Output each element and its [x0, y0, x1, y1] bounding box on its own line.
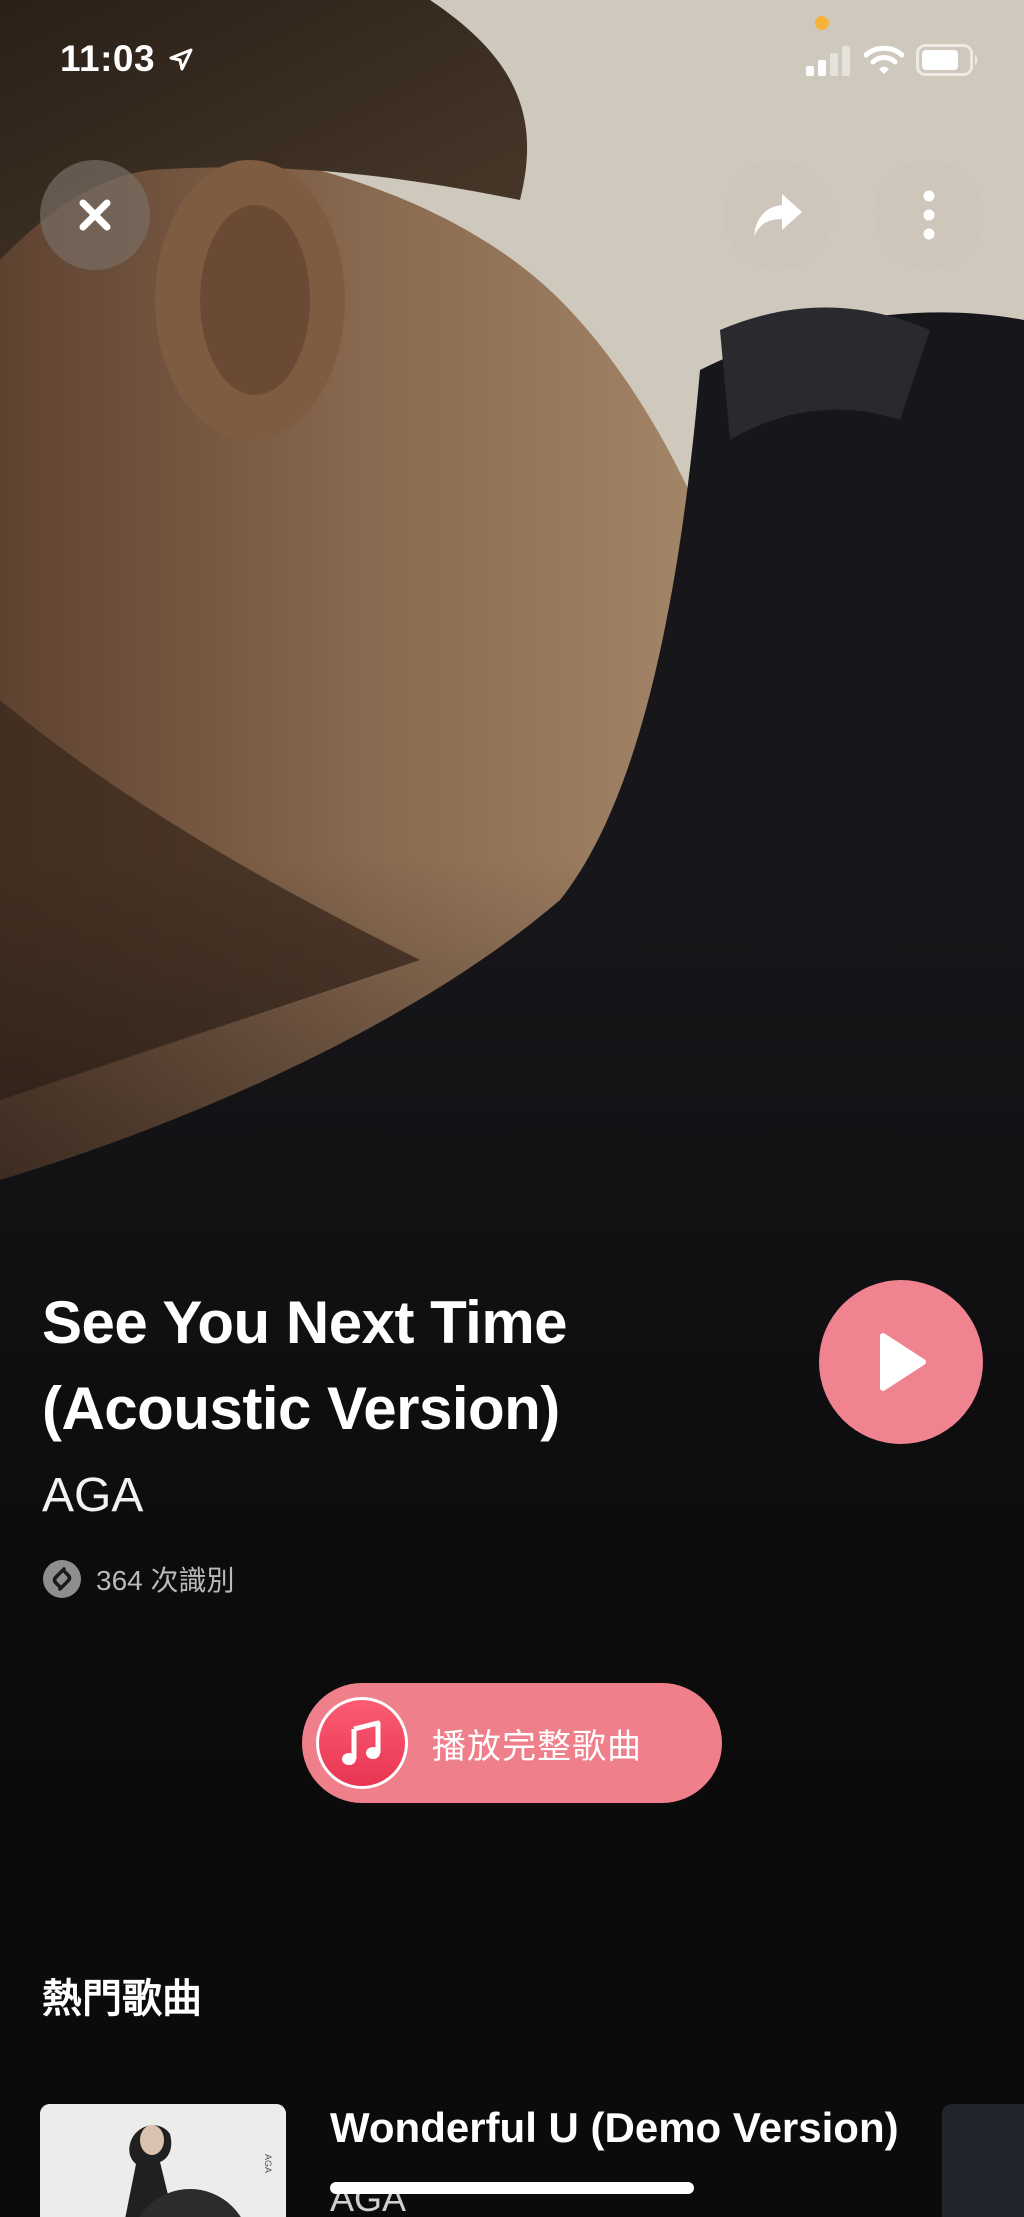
artist-artwork	[0, 0, 1024, 1900]
play-icon	[880, 1333, 926, 1391]
apple-music-icon	[316, 1697, 408, 1789]
share-button[interactable]	[723, 160, 833, 270]
song-title-line2: (Acoustic Version)	[42, 1375, 560, 1442]
album-art: AGA	[40, 2104, 286, 2217]
status-time: 11:03	[60, 38, 156, 79]
more-options-button[interactable]	[874, 160, 984, 270]
svg-text:AGA: AGA	[263, 2154, 273, 2173]
status-bar: 11:03	[0, 0, 1024, 120]
home-indicator[interactable]	[330, 2182, 694, 2194]
top-song-title: Wonderful U (Demo Version)	[330, 2104, 899, 2151]
wifi-icon	[864, 45, 904, 74]
song-title: See You Next Time (Acoustic Version)	[42, 1280, 762, 1452]
more-icon	[923, 190, 935, 240]
song-thumbnail: AGA	[40, 2104, 286, 2217]
song-artist[interactable]: AGA	[42, 1468, 143, 1523]
battery-icon	[916, 44, 978, 76]
play-preview-button[interactable]	[819, 1280, 983, 1444]
close-button[interactable]	[40, 160, 150, 270]
shazam-icon	[43, 1560, 81, 1598]
play-full-song-button[interactable]: 播放完整歌曲	[302, 1683, 722, 1803]
next-song-thumbnail[interactable]	[942, 2104, 1024, 2217]
song-screen: 11:03 See You Next Time (Acoustic Versio…	[0, 0, 1024, 2217]
play-full-song-label: 播放完整歌曲	[432, 1727, 642, 1766]
shazam-count-row: 364 次識別	[42, 1558, 235, 1600]
top-songs-heading: 熱門歌曲	[42, 1977, 202, 2021]
close-icon	[79, 199, 111, 231]
song-title-line1: See You Next Time	[42, 1289, 568, 1356]
location-arrow-icon	[169, 48, 193, 71]
share-icon	[754, 194, 802, 236]
cellular-signal-icon	[806, 46, 850, 76]
shazam-count: 364 次識別	[96, 1565, 235, 1596]
top-song-item[interactable]: AGA Wonderful U (Demo Version) AGA	[40, 2104, 940, 2217]
hero-gradient-overlay	[0, 0, 1024, 1900]
privacy-indicator-dot	[815, 16, 829, 30]
